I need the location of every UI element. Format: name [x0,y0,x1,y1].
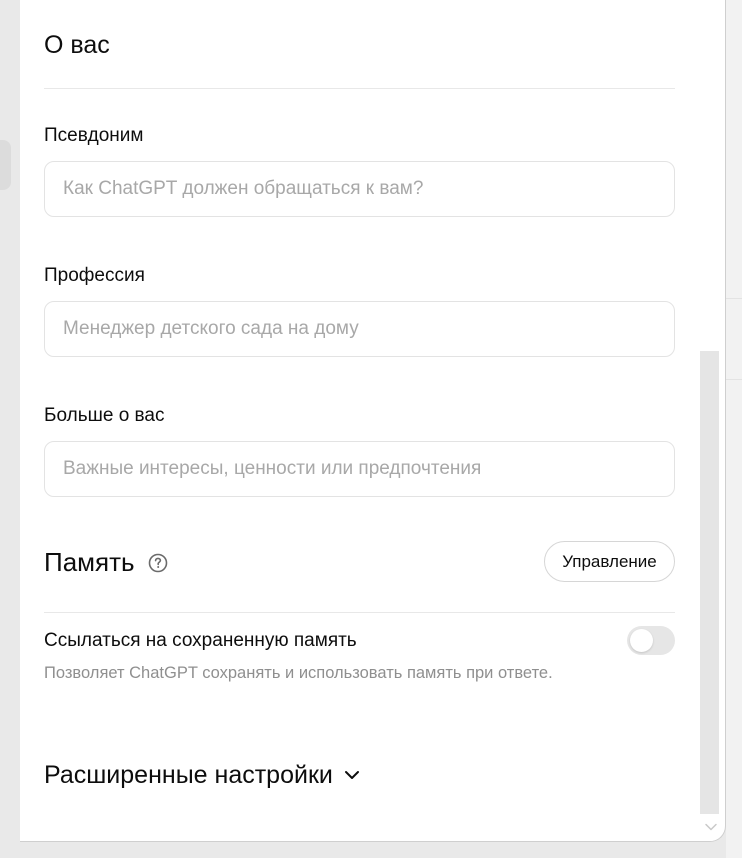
background-divider [726,379,742,380]
manage-memory-button[interactable]: Управление [544,541,675,582]
toggle-knob [630,629,653,652]
advanced-settings-label: Расширенные настройки [44,760,333,789]
question-circle-icon[interactable] [148,553,168,573]
personalization-panel: О вас Псевдоним Профессия Больше о вас П… [20,0,726,842]
background-divider [726,298,742,299]
more-about-label: Больше о вас [44,405,165,426]
reference-memory-label: Ссылаться на сохраненную память [44,630,357,651]
more-about-input[interactable] [44,441,675,497]
profession-label: Профессия [44,265,145,286]
nickname-label: Псевдоним [44,125,144,146]
reference-memory-description: Позволяет ChatGPT сохранять и использова… [44,664,553,682]
memory-divider [44,612,675,613]
reference-memory-toggle[interactable] [627,626,675,655]
chevron-down-icon [344,771,359,779]
background-page [726,0,742,858]
background-sidebar-item [0,140,11,190]
nickname-input[interactable] [44,161,675,217]
about-section-title: О вас [44,31,110,59]
profession-input[interactable] [44,301,675,357]
scrollbar-thumb[interactable] [700,351,719,814]
advanced-settings-toggle[interactable]: Расширенные настройки [44,758,361,792]
scroll-down-icon[interactable] [704,820,718,834]
section-divider [44,88,675,89]
memory-section-title: Память [44,547,135,577]
